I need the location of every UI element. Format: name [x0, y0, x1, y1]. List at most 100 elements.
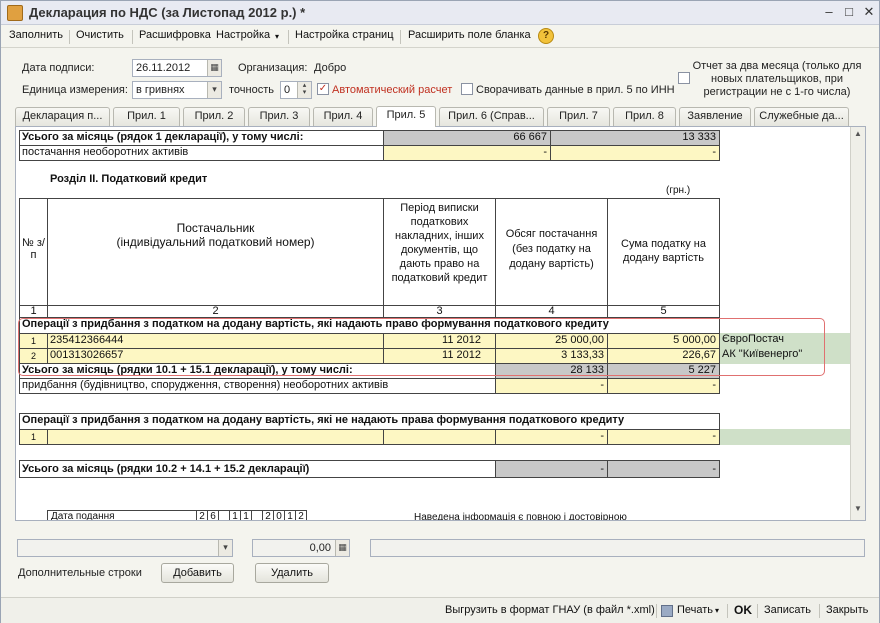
precision-field[interactable]: 0 ▴ ▾ [280, 81, 312, 99]
vertical-scrollbar[interactable]: ▲ ▼ [850, 127, 865, 520]
sign-date-field[interactable]: 26.11.2012 ▦ [132, 59, 222, 77]
window-title: Декларация по НДС (за Листопад 2012 р.) … [29, 5, 306, 20]
toolbar: Заполнить Очистить Расшифровка Настройка… [1, 26, 879, 48]
total-noncredit-tax: - [607, 460, 720, 478]
total-month-label: Усього за місяць (рядок 1 декларації), у… [19, 130, 384, 146]
maximize-button[interactable]: □ [840, 4, 858, 20]
amount-value: 0,00 [309, 542, 331, 554]
toolbar-separator [132, 30, 133, 44]
save-button[interactable]: Записать [764, 604, 811, 616]
table-row-supplier-name [720, 429, 851, 445]
printer-icon[interactable] [661, 605, 673, 617]
calendar-icon[interactable]: ▦ [207, 60, 221, 76]
supply-noncurrent-label: постачання необоротних активів [19, 145, 384, 161]
tab-service-data[interactable]: Служебные да... [754, 107, 849, 126]
calculator-icon[interactable]: ▦ [335, 540, 349, 556]
settings-menu[interactable]: Настройка [216, 29, 270, 41]
table-row-volume[interactable]: - [495, 429, 608, 445]
precision-label: точность [229, 84, 274, 96]
submission-date-label: Дата подання [47, 510, 197, 520]
chevron-down-icon[interactable]: ▾ [207, 82, 221, 98]
supply-noncurrent-tax[interactable]: - [550, 145, 720, 161]
tab-declaration[interactable]: Декларация п... [15, 107, 110, 126]
tab-app-1[interactable]: Прил. 1 [113, 107, 180, 126]
section-title: Розділ ІІ. Податковий кредит [50, 173, 208, 185]
table-row-period[interactable] [383, 429, 496, 445]
page-settings-button[interactable]: Настройка страниц [295, 29, 394, 41]
unit-value: в гривнях [136, 84, 185, 96]
tab-strip: Декларация п... Прил. 1 Прил. 2 Прил. 3 … [15, 106, 865, 127]
help-icon[interactable]: ? [538, 28, 554, 44]
decode-button[interactable]: Расшифровка [139, 29, 211, 41]
tab-app-7[interactable]: Прил. 7 [547, 107, 610, 126]
total-month-tax: 13 333 [550, 130, 720, 146]
toolbar-separator [757, 604, 758, 618]
collapse-data-label: Сворачивать данные в прил. 5 по ИНН [476, 84, 675, 96]
comment-field[interactable] [370, 539, 865, 557]
collapse-data-checkbox[interactable] [461, 83, 473, 95]
title-bar: Декларация по НДС (за Листопад 2012 р.) … [1, 1, 879, 25]
toolbar-separator [727, 604, 728, 618]
supply-noncurrent-volume[interactable]: - [383, 145, 551, 161]
add-row-button[interactable]: Добавить [161, 563, 234, 583]
extra-rows-label: Дополнительные строки [18, 567, 142, 579]
toolbar-separator [656, 604, 657, 618]
print-button[interactable]: Печать [677, 604, 713, 616]
toolbar-separator [288, 30, 289, 44]
tab-app-2[interactable]: Прил. 2 [183, 107, 245, 126]
header-volume: Обсяг постачання (без податку на додану … [495, 198, 608, 306]
sign-date-label: Дата подписи: [22, 62, 95, 74]
toolbar-separator [69, 30, 70, 44]
tab-application[interactable]: Заявление [679, 107, 751, 126]
date-digit: 2 [295, 510, 307, 520]
tab-app-4[interactable]: Прил. 4 [313, 107, 373, 126]
purchase-noncurrent-volume[interactable]: - [495, 378, 608, 394]
total-noncredit-label: Усього за місяць (рядки 10.2 + 14.1 + 15… [19, 460, 496, 478]
scroll-down-icon[interactable]: ▼ [852, 504, 864, 516]
auto-calc-label: Автоматический расчет [332, 84, 453, 96]
spinner-icon[interactable]: ▴ ▾ [297, 82, 311, 98]
clear-button[interactable]: Очистить [76, 29, 124, 41]
table-row-number: 1 [19, 429, 48, 445]
tab-app-6[interactable]: Прил. 6 (Справ... [439, 107, 544, 126]
two-month-checkbox[interactable] [678, 72, 690, 84]
tab-app-5[interactable]: Прил. 5 [376, 106, 436, 127]
two-month-label: Отчет за два месяца (только для новых пл… [692, 60, 862, 98]
amount-field[interactable]: 0,00 ▦ [252, 539, 350, 557]
minimize-button[interactable]: – [820, 4, 838, 20]
sign-date-value: 26.11.2012 [136, 62, 191, 74]
spreadsheet[interactable]: Усього за місяць (рядок 1 декларації), у… [15, 126, 866, 521]
close-button[interactable]: Закрыть [826, 604, 868, 616]
chevron-down-icon[interactable]: ▾ [715, 606, 719, 615]
total-noncredit-volume: - [495, 460, 608, 478]
unit-select[interactable]: в гривнях ▾ [132, 81, 222, 99]
fill-button[interactable]: Заполнить [9, 29, 63, 41]
table-row-tax[interactable]: - [607, 429, 720, 445]
header-supplier: Постачальник (індивідуальний податковий … [47, 198, 384, 306]
scroll-up-icon[interactable]: ▲ [852, 129, 864, 141]
expand-form-button[interactable]: Расширить поле бланка [408, 29, 531, 41]
ok-button[interactable]: OK [734, 603, 752, 617]
close-window-button[interactable]: ✕ [860, 4, 878, 20]
currency-note: (грн.) [666, 185, 691, 196]
ops-without-credit-heading: Операції з придбання з податком на додан… [19, 413, 720, 430]
total-month-volume: 66 667 [383, 130, 551, 146]
purchase-noncurrent-tax[interactable]: - [607, 378, 720, 394]
auto-calc-checkbox[interactable]: ✓ [317, 83, 329, 95]
header-tax: Сума податку на додану вартість [607, 198, 720, 306]
export-xml-button[interactable]: Выгрузить в формат ГНАУ (в файл *.xml) [445, 604, 655, 616]
chevron-down-icon[interactable]: ▾ [275, 32, 279, 41]
unit-label: Единица измерения: [22, 84, 128, 96]
chevron-down-icon[interactable]: ▾ [218, 540, 232, 556]
command-bar: Выгрузить в формат ГНАУ (в файл *.xml) П… [1, 597, 879, 623]
table-row-inn[interactable] [47, 429, 384, 445]
organization-value: Добро [314, 62, 347, 74]
tab-app-8[interactable]: Прил. 8 [613, 107, 676, 126]
highlight-annotation [18, 318, 825, 376]
toolbar-separator [819, 604, 820, 618]
tab-app-3[interactable]: Прил. 3 [248, 107, 310, 126]
document-icon [7, 5, 23, 21]
header-number: № з/п [19, 198, 48, 306]
delete-row-button[interactable]: Удалить [255, 563, 329, 583]
row-select[interactable]: ▾ [17, 539, 233, 557]
